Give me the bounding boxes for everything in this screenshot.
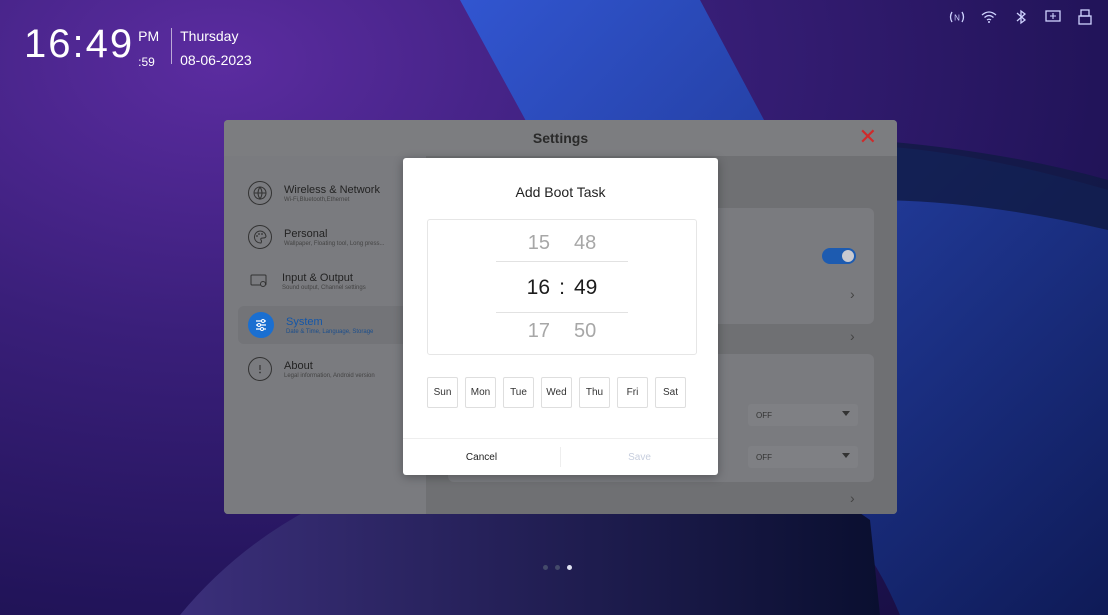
picker-row-selected[interactable]: 16 : 49: [428, 276, 696, 300]
clock-date-group: Thursday 08-06-2023: [180, 22, 252, 70]
picker-spacer: [550, 320, 574, 343]
sidebar-item-input-output[interactable]: Input & Output Sound output, Channel set…: [238, 262, 416, 300]
sidebar-item-texts: System Date & Time, Language, Storage: [286, 316, 373, 335]
day-mon[interactable]: Mon: [465, 377, 496, 408]
info-icon: [248, 357, 272, 381]
weekday-selector: Sun Mon Tue Wed Thu Fri Sat: [427, 377, 686, 408]
page-dot[interactable]: [555, 565, 560, 570]
picker-prev-hour[interactable]: 15: [508, 232, 550, 255]
picker-minute[interactable]: 49: [574, 276, 616, 300]
settings-dropdown-2[interactable]: OFF: [748, 446, 858, 468]
sidebar-item-texts: Wireless & Network Wi-Fi,Bluetooth,Ether…: [284, 184, 380, 203]
sidebar-item-label: Personal: [284, 227, 328, 240]
sidebar-item-sub: Wi-Fi,Bluetooth,Ethernet: [284, 196, 350, 203]
add-boot-task-dialog: Add Boot Task 15 48 16 : 49 17 50 Sun Mo…: [403, 158, 718, 475]
picker-row-next[interactable]: 17 50: [428, 320, 696, 343]
page-dot[interactable]: [543, 565, 548, 570]
page-dot-active[interactable]: [567, 565, 572, 570]
clock-divider: [171, 28, 173, 64]
nfc-icon: N: [948, 8, 966, 26]
settings-header: Settings ✕: [224, 120, 897, 156]
svg-text:N: N: [954, 14, 960, 23]
home-clock: 16:49 PM :59 Thursday 08-06-2023: [24, 22, 252, 70]
picker-hour[interactable]: 16: [508, 276, 550, 300]
picker-divider: [496, 312, 628, 313]
dialog-footer: Cancel Save: [403, 438, 718, 475]
sidebar-item-texts: Personal Wallpaper, Floating tool, Long …: [284, 228, 385, 247]
day-sun[interactable]: Sun: [427, 377, 458, 408]
sidebar-item-sub: Legal information, Android version: [284, 372, 375, 379]
wifi-icon[interactable]: [980, 8, 998, 26]
sidebar-item-label: Input & Output: [282, 271, 353, 284]
dropdown-value: OFF: [756, 452, 772, 462]
picker-separator: :: [559, 276, 565, 299]
picker-divider: [496, 261, 628, 262]
picker-row-prev[interactable]: 15 48: [428, 232, 696, 255]
page-indicator[interactable]: [543, 565, 572, 570]
settings-dropdown-1[interactable]: OFF: [748, 404, 858, 426]
clock-ampm-group: PM :59: [138, 28, 159, 70]
sidebar-item-system[interactable]: System Date & Time, Language, Storage: [238, 306, 416, 344]
status-bar-icons: N: [948, 8, 1094, 26]
day-thu[interactable]: Thu: [579, 377, 610, 408]
sidebar-item-sub: Date & Time, Language, Storage: [286, 328, 374, 335]
sidebar-item-personal[interactable]: Personal Wallpaper, Floating tool, Long …: [238, 218, 416, 256]
chevron-down-icon: [842, 411, 850, 416]
day-wed[interactable]: Wed: [541, 377, 572, 408]
close-icon[interactable]: ✕: [859, 126, 877, 148]
settings-title: Settings: [532, 130, 589, 146]
settings-toggle[interactable]: [822, 248, 856, 264]
clock-seconds: :59: [138, 55, 155, 69]
picker-next-minute[interactable]: 50: [574, 320, 616, 343]
save-button[interactable]: Save: [561, 439, 718, 475]
sidebar-item-texts: Input & Output Sound output, Channel set…: [282, 272, 366, 291]
dialog-title: Add Boot Task: [515, 184, 606, 200]
chevron-right-icon[interactable]: ›: [850, 490, 855, 506]
dropdown-value: OFF: [756, 410, 772, 420]
picker-next-hour[interactable]: 17: [508, 320, 550, 343]
picker-spacer: [550, 232, 574, 255]
clock-time: 16:49: [24, 22, 135, 66]
usb-icon[interactable]: [1076, 8, 1094, 26]
day-fri[interactable]: Fri: [617, 377, 648, 408]
chevron-right-icon[interactable]: ›: [850, 286, 855, 302]
clock-date: 08-06-2023: [180, 52, 252, 68]
chevron-right-icon[interactable]: ›: [850, 328, 855, 344]
time-picker[interactable]: 15 48 16 : 49 17 50: [427, 219, 697, 355]
chevron-down-icon: [842, 453, 850, 458]
settings-sidebar: Wireless & Network Wi-Fi,Bluetooth,Ether…: [224, 156, 426, 514]
sidebar-item-label: About: [284, 359, 313, 372]
sidebar-item-label: System: [286, 315, 323, 328]
picker-prev-minute[interactable]: 48: [574, 232, 616, 255]
sidebar-item-sub: Wallpaper, Floating tool, Long press...: [284, 240, 385, 247]
day-sat[interactable]: Sat: [655, 377, 686, 408]
sidebar-item-sub: Sound output, Channel settings: [282, 284, 366, 291]
sidebar-item-wireless-network[interactable]: Wireless & Network Wi-Fi,Bluetooth,Ether…: [238, 174, 416, 212]
screen-cast-icon[interactable]: [1044, 8, 1062, 26]
day-tue[interactable]: Tue: [503, 377, 534, 408]
sidebar-item-label: Wireless & Network: [284, 183, 380, 196]
globe-icon: [248, 181, 272, 205]
sliders-icon: [248, 312, 274, 338]
sidebar-item-texts: About Legal information, Android version: [284, 360, 375, 379]
sidebar-item-about[interactable]: About Legal information, Android version: [238, 350, 416, 388]
display-icon: [248, 270, 270, 292]
palette-icon: [248, 225, 272, 249]
cancel-button[interactable]: Cancel: [403, 439, 560, 475]
bluetooth-icon[interactable]: [1012, 8, 1030, 26]
clock-ampm: PM: [138, 28, 160, 44]
clock-day: Thursday: [180, 28, 239, 44]
